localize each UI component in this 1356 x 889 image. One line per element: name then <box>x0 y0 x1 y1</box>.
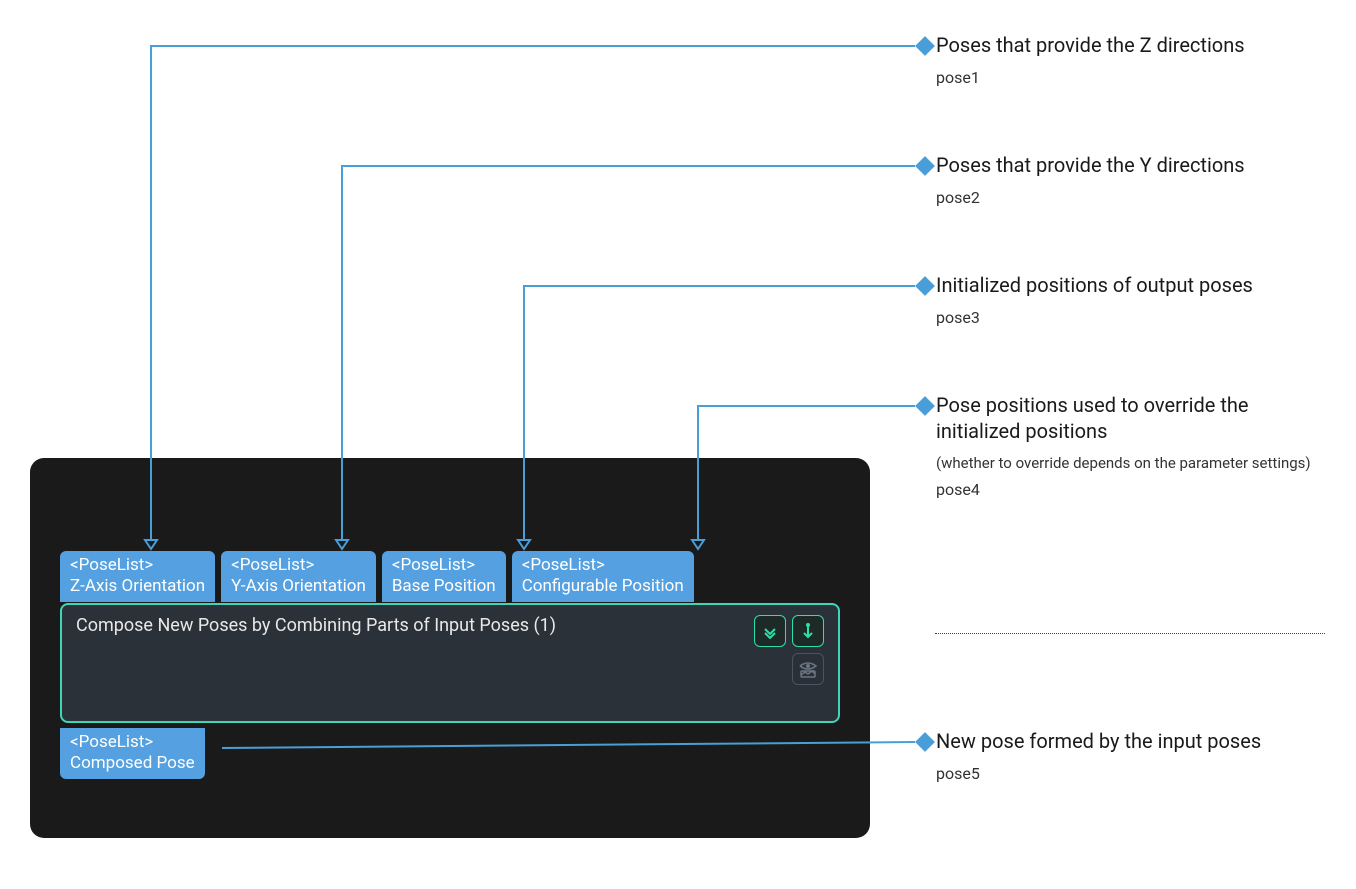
bullet-icon <box>915 396 935 416</box>
annotation-sub: pose5 <box>936 764 1326 783</box>
annotation-sub: pose2 <box>936 188 1326 207</box>
annotation-output: New pose formed by the input poses pose5 <box>936 728 1326 789</box>
bullet-icon <box>915 36 935 56</box>
input-port-base-position[interactable]: <PoseList> Base Position <box>382 551 506 602</box>
port-type: <PoseList> <box>70 555 205 576</box>
port-label: Composed Pose <box>70 753 195 774</box>
annotation-init: Initialized positions of output poses po… <box>936 272 1326 333</box>
port-type: <PoseList> <box>522 555 684 576</box>
arrow-down-icon <box>799 622 817 640</box>
port-label: Base Position <box>392 576 496 597</box>
inputs-row: <PoseList> Z-Axis Orientation <PoseList>… <box>60 551 694 602</box>
annotation-title: New pose formed by the input poses <box>936 728 1326 754</box>
node-panel: <PoseList> Z-Axis Orientation <PoseList>… <box>30 458 870 838</box>
eye-image-icon <box>798 660 818 678</box>
annotation-title: Poses that provide the Z directions <box>936 32 1326 58</box>
preview-button[interactable] <box>792 653 824 685</box>
annotation-sub: pose4 <box>936 480 1326 499</box>
annotation-z: Poses that provide the Z directions pose… <box>936 32 1326 93</box>
input-port-configurable-position[interactable]: <PoseList> Configurable Position <box>512 551 694 602</box>
annotation-override: Pose positions used to override the init… <box>936 392 1326 505</box>
divider <box>935 633 1325 634</box>
port-type: <PoseList> <box>70 732 195 753</box>
annotation-title: Pose positions used to override the init… <box>936 392 1326 444</box>
input-port-y-axis[interactable]: <PoseList> Y-Axis Orientation <box>221 551 376 602</box>
node-body[interactable]: Compose New Poses by Combining Parts of … <box>60 603 840 723</box>
bullet-icon <box>915 156 935 176</box>
annotation-sub: pose3 <box>936 308 1326 327</box>
node-actions <box>754 615 824 711</box>
node-title: Compose New Poses by Combining Parts of … <box>76 615 556 711</box>
run-button[interactable] <box>792 615 824 647</box>
annotation-note: (whether to override depends on the para… <box>936 454 1326 472</box>
expand-button[interactable] <box>754 615 786 647</box>
port-type: <PoseList> <box>231 555 366 576</box>
bullet-icon <box>915 732 935 752</box>
port-type: <PoseList> <box>392 555 496 576</box>
port-label: Y-Axis Orientation <box>231 576 366 597</box>
input-port-z-axis[interactable]: <PoseList> Z-Axis Orientation <box>60 551 215 602</box>
bullet-icon <box>915 276 935 296</box>
port-label: Z-Axis Orientation <box>70 576 205 597</box>
annotation-sub: pose1 <box>936 68 1326 87</box>
chevron-double-down-icon <box>761 622 779 640</box>
annotation-title: Initialized positions of output poses <box>936 272 1326 298</box>
annotation-y: Poses that provide the Y directions pose… <box>936 152 1326 213</box>
port-label: Configurable Position <box>522 576 684 597</box>
annotation-title: Poses that provide the Y directions <box>936 152 1326 178</box>
output-port-composed-pose[interactable]: <PoseList> Composed Pose <box>60 728 205 779</box>
